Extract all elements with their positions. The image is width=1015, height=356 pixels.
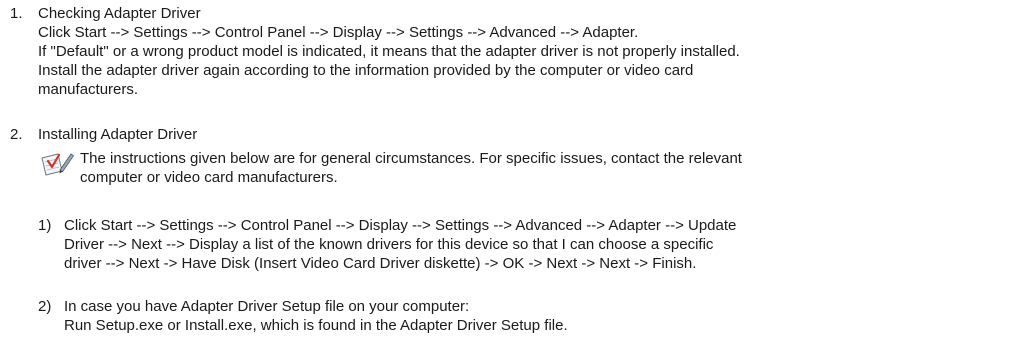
substep-text: In case you have Adapter Driver Setup fi… [64,297,994,335]
substep-line: Driver --> Next --> Display a list of th… [64,236,714,253]
step-title: Installing Adapter Driver [38,126,198,143]
substep-line: Click Start --> Settings --> Control Pan… [64,217,737,234]
step-line: Install the adapter driver again accordi… [38,62,694,79]
substep-number: 1) [38,217,52,234]
substep-line: driver --> Next -> Have Disk (Insert Vid… [64,255,697,272]
note-text: The instructions given below are for gen… [80,149,980,187]
step-body: Installing Adapter Driver The instructio… [38,125,998,334]
note-pencil-checkmark-icon [38,149,75,179]
step-body: Checking Adapter Driver Click Start --> … [38,4,998,99]
substep-line: Run Setup.exe or Install.exe, which is f… [64,317,568,334]
substep-line: In case you have Adapter Driver Setup fi… [64,298,470,315]
step-number: 1. [10,5,23,22]
step-line: manufacturers. [38,81,139,98]
note-line: The instructions given below are for gen… [80,150,742,167]
step-number: 2. [10,126,23,143]
substep-text: Click Start --> Settings --> Control Pan… [64,216,994,273]
note-line: computer or video card manufacturers. [80,169,338,186]
substep-number: 2) [38,298,52,315]
step-line: If "Default" or a wrong product model is… [38,43,740,60]
help-document: 1. Checking Adapter Driver Click Start -… [0,0,1015,356]
step-line: Click Start --> Settings --> Control Pan… [38,24,639,41]
step-title: Checking Adapter Driver [38,5,201,22]
